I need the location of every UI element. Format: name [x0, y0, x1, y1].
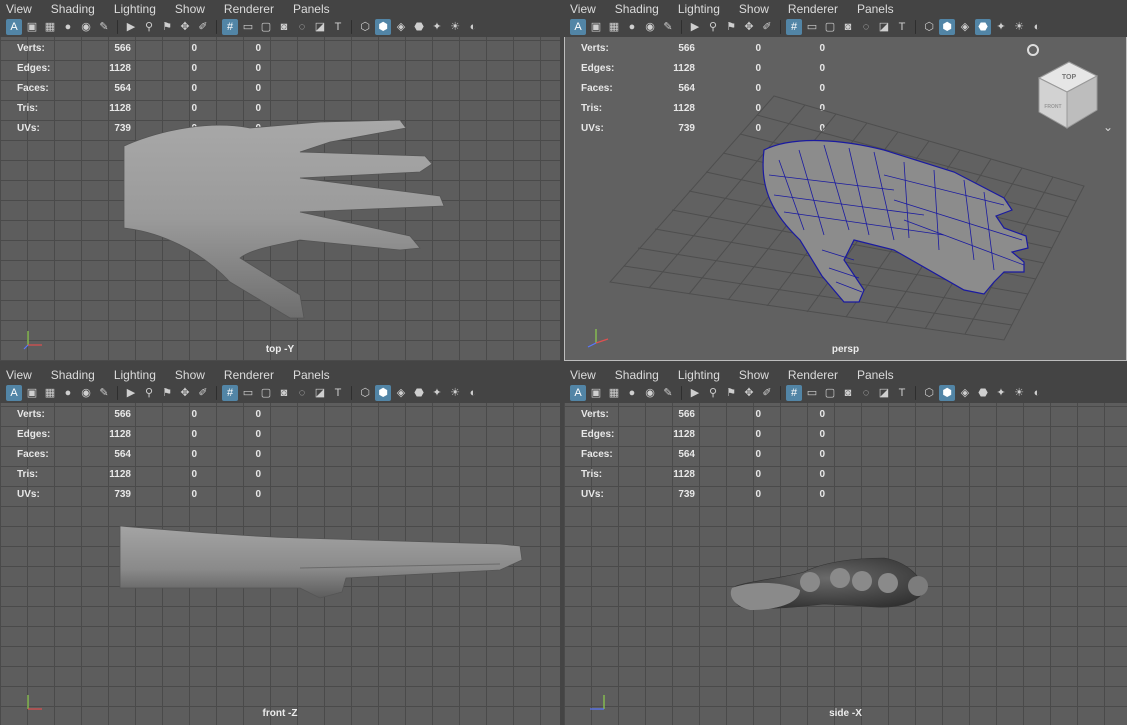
- viewport-top[interactable]: View Shading Lighting Show Renderer Pane…: [0, 0, 560, 361]
- view-label: persp: [831, 344, 860, 355]
- viewport-persp[interactable]: View Shading Lighting Show Renderer Pane…: [564, 0, 1127, 361]
- chevron-down-icon[interactable]: ⌄: [1103, 120, 1113, 134]
- viewcube-top-label: TOP: [1062, 74, 1077, 81]
- viewport-front[interactable]: View Shading Lighting Show Renderer Pane…: [0, 366, 560, 725]
- viewcube-front-label: FRONT: [1044, 104, 1061, 110]
- hand-model-side[interactable]: [564, 366, 1127, 725]
- hand-model-front[interactable]: [0, 366, 560, 725]
- hand-model-top[interactable]: [0, 0, 560, 361]
- viewport-side[interactable]: View Shading Lighting Show Renderer Pane…: [564, 366, 1127, 725]
- view-label: front -Z: [262, 708, 298, 719]
- viewcube[interactable]: TOP FRONT: [1035, 58, 1101, 130]
- hand-model-persp[interactable]: [564, 0, 1127, 361]
- view-label: top -Y: [265, 344, 295, 355]
- view-label: side -X: [829, 708, 862, 719]
- home-icon[interactable]: [1027, 44, 1039, 56]
